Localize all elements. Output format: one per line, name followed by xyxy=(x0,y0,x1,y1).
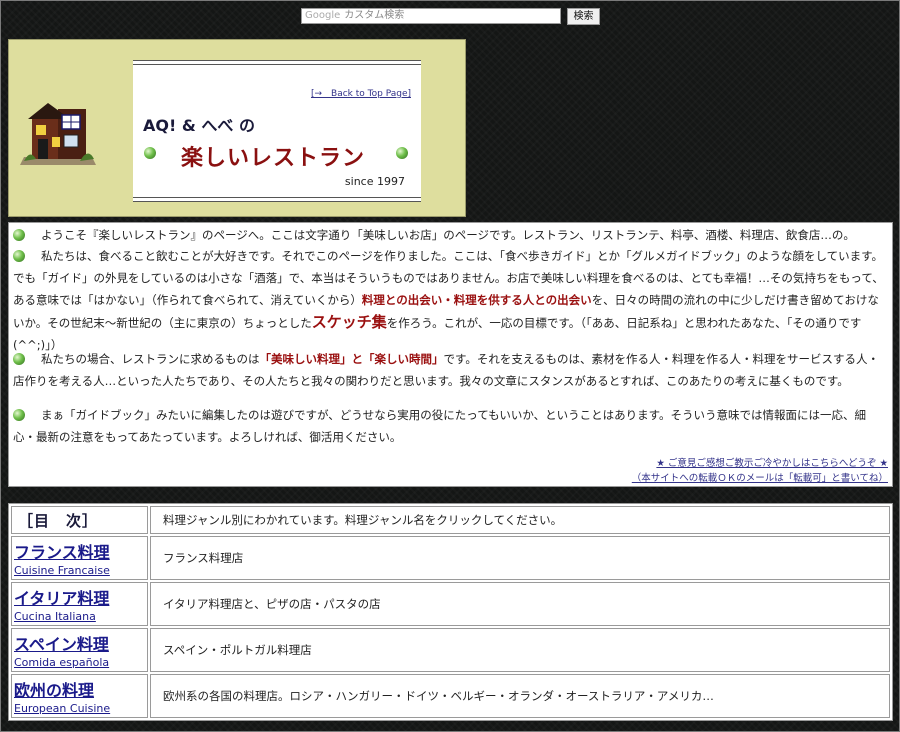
search-input[interactable]: Google カスタム検索 xyxy=(301,8,561,24)
green-orb-icon xyxy=(144,147,156,159)
green-orb-icon xyxy=(13,353,25,365)
table-row: スペイン料理 Comida española スペイン・ポルトガル料理店 xyxy=(11,628,890,672)
category-cell: フランス料理 Cuisine Francaise xyxy=(11,536,148,580)
intro-paragraph: 私たちは、食べること飲むことが大好きです。それでこのページを作りました。ここは、… xyxy=(13,245,887,356)
category-sub-link-spanish[interactable]: Comida española xyxy=(14,656,145,669)
category-link-european[interactable]: 欧州の料理 xyxy=(14,677,145,701)
since-label: since 1997 xyxy=(344,175,405,188)
intro-text: 私たちの場合、レストランに求めるものは xyxy=(41,352,260,366)
category-desc: 欧州系の各国の料理店。ロシア・ハンガリー・ドイツ・ベルギー・オランダ・オーストラ… xyxy=(150,674,890,718)
highlight-text: スケッチ集 xyxy=(311,313,387,331)
intro-text: まぁ「ガイドブック」みたいに編集したのは遊びですが、どうせなら実用の役にたっても… xyxy=(13,408,867,444)
page-frame: Google カスタム検索 検索 [→ Back to Top Page] AQ!… xyxy=(0,0,900,732)
category-link-spanish[interactable]: スペイン料理 xyxy=(14,631,145,655)
green-orb-icon xyxy=(13,229,25,241)
site-brand: AQ! & へべ の xyxy=(143,116,255,135)
green-orb-icon xyxy=(13,409,25,421)
category-sub-link-european[interactable]: European Cuisine xyxy=(14,702,145,715)
category-link-french[interactable]: フランス料理 xyxy=(14,539,145,563)
category-sub-link-french[interactable]: Cuisine Francaise xyxy=(14,564,145,577)
contact-link[interactable]: ★ ご意見ご感想ご教示ご冷やかしはこちらへどうぞ ★ xyxy=(656,455,888,469)
toc-header-desc: 料理ジャンル別にわかれています。料理ジャンル名をクリックしてください。 xyxy=(150,506,890,534)
category-link-italian[interactable]: イタリア料理 xyxy=(14,585,145,609)
search-button[interactable]: 検索 xyxy=(567,8,600,25)
table-row: 欧州の料理 European Cuisine 欧州系の各国の料理店。ロシア・ハン… xyxy=(11,674,890,718)
toc-header-row: ［目 次］ 料理ジャンル別にわかれています。料理ジャンル名をクリックしてください… xyxy=(11,506,890,534)
site-title: 楽しいレストラン xyxy=(181,146,366,171)
search-placeholder: カスタム検索 xyxy=(344,10,405,21)
category-desc: スペイン・ポルトガル料理店 xyxy=(150,628,890,672)
table-row: フランス料理 Cuisine Francaise フランス料理店 xyxy=(11,536,890,580)
green-orb-icon xyxy=(13,250,25,262)
category-cell: イタリア料理 Cucina Italiana xyxy=(11,582,148,626)
intro-paragraph: 私たちの場合、レストランに求めるものは「美味しい料理」と「楽しい時間」です。それ… xyxy=(13,348,887,392)
contact-note-link[interactable]: （本サイトへの転載ＯＫのメールは「転載可」と書いてね） xyxy=(632,470,888,484)
header-banner: [→ Back to Top Page] AQ! & へべ の 楽しいレストラン… xyxy=(8,39,466,217)
intro-text: ようこそ『楽しいレストラン』のページへ。ここは文字通り「美味しいお店」のページで… xyxy=(41,228,855,242)
category-cell: 欧州の料理 European Cuisine xyxy=(11,674,148,718)
category-sub-link-italian[interactable]: Cucina Italiana xyxy=(14,610,145,623)
category-cell: スペイン料理 Comida española xyxy=(11,628,148,672)
green-orb-icon xyxy=(396,147,408,159)
table-row: イタリア料理 Cucina Italiana イタリア料理店と、ピザの店・パスタ… xyxy=(11,582,890,626)
toc-table: ［目 次］ 料理ジャンル別にわかれています。料理ジャンル名をクリックしてください… xyxy=(8,503,893,721)
house-illustration-icon xyxy=(20,103,96,165)
intro-paragraph: ようこそ『楽しいレストラン』のページへ。ここは文字通り「美味しいお店」のページで… xyxy=(13,224,887,246)
search-brand-label: Google xyxy=(305,10,341,21)
toc-header: ［目 次］ xyxy=(18,511,99,530)
toc-header-cell: ［目 次］ xyxy=(11,506,148,534)
category-desc: フランス料理店 xyxy=(150,536,890,580)
highlight-text: 「美味しい料理」と「楽しい時間」 xyxy=(259,352,444,366)
intro-paragraph: まぁ「ガイドブック」みたいに編集したのは遊びですが、どうせなら実用の役にたっても… xyxy=(13,404,887,448)
back-to-top-link[interactable]: [→ Back to Top Page] xyxy=(311,86,411,99)
title-card: [→ Back to Top Page] AQ! & へべ の 楽しいレストラン… xyxy=(133,60,421,202)
highlight-text: 料理との出会い・料理を供する人との出会い xyxy=(361,293,592,307)
intro-section: ようこそ『楽しいレストラン』のページへ。ここは文字通り「美味しいお店」のページで… xyxy=(8,222,893,487)
category-desc: イタリア料理店と、ピザの店・パスタの店 xyxy=(150,582,890,626)
